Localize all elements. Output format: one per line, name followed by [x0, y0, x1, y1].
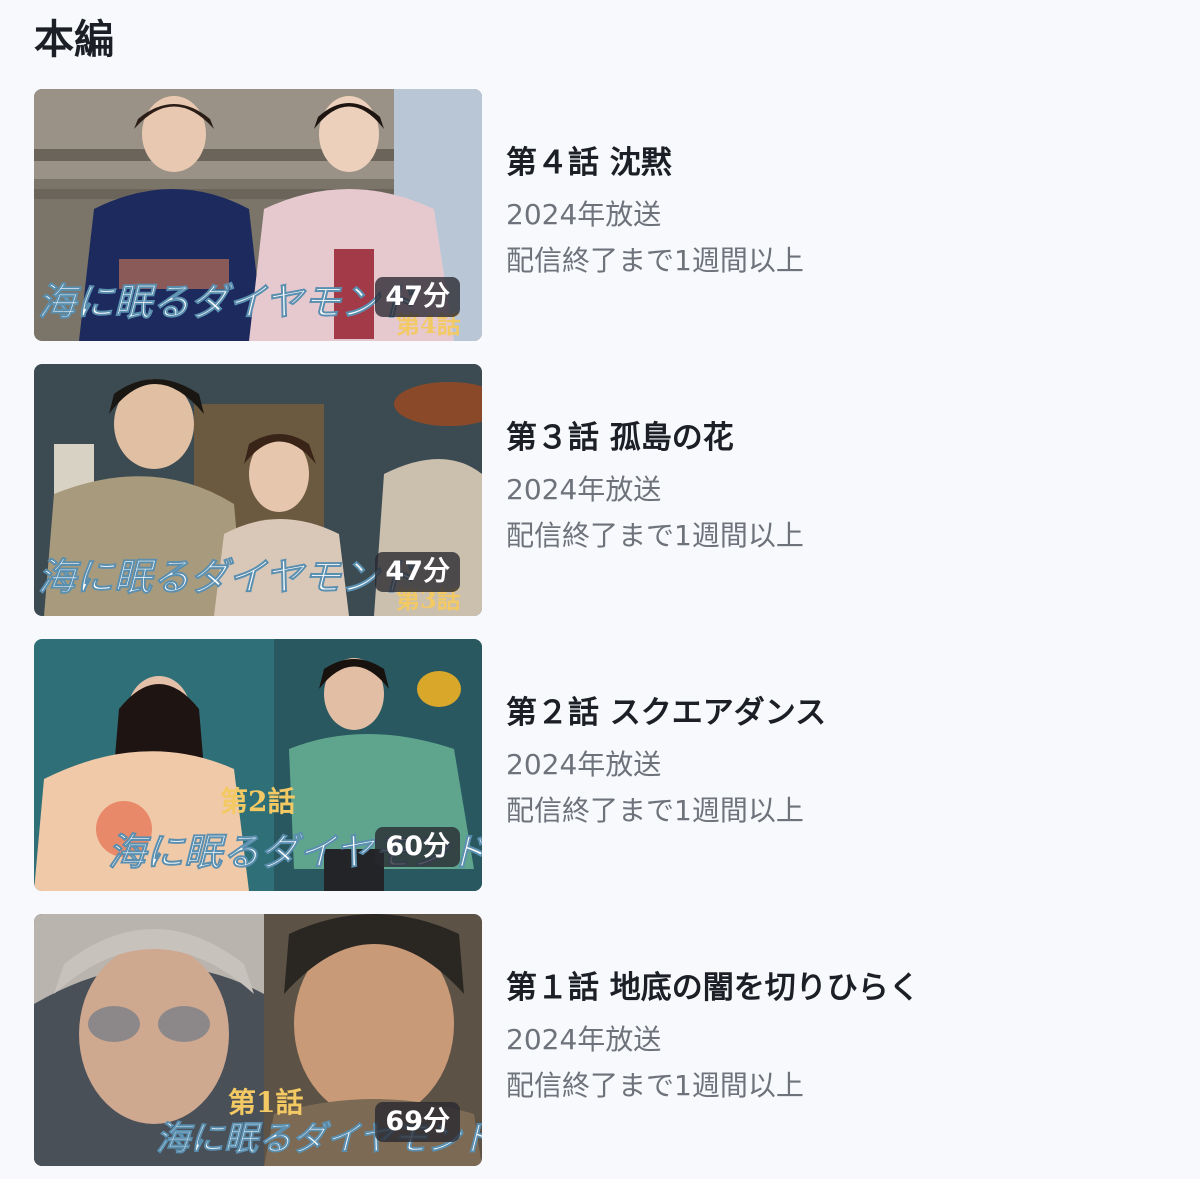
episode-info: 第３話 孤島の花 2024年放送 配信終了まで1週間以上 — [506, 364, 804, 556]
episode-info: 第４話 沈黙 2024年放送 配信終了まで1週間以上 — [506, 89, 804, 281]
episode-availability: 配信終了まで1週間以上 — [506, 244, 804, 277]
show-logo-text: 海に眠るダイヤモンド — [38, 554, 419, 599]
episode-thumbnail[interactable]: 第2話 海に眠るダイヤモンド 60分 — [34, 639, 482, 891]
episode-thumbnail[interactable]: 第1話 海に眠るダイヤモンド 69分 — [34, 914, 482, 1166]
show-logo-text: 海に眠るダイヤモンド — [38, 279, 419, 324]
episode-broadcast-year: 2024年放送 — [506, 473, 662, 506]
episode-badge-text: 第2話 — [220, 785, 295, 818]
episode-thumbnail[interactable]: 海に眠るダイヤモンド 第4話 47分 — [34, 89, 482, 341]
episode-list-page: 本編 海に眠るダイヤモンド 第4話 47分 第４話 沈黙 2024年放送 配信終… — [0, 0, 1200, 1179]
episode-title[interactable]: 第１話 地底の闇を切りひらく — [506, 966, 920, 1010]
episode-title[interactable]: 第３話 孤島の花 — [506, 416, 804, 460]
duration-badge: 47分 — [375, 277, 460, 317]
episode-item[interactable]: 第1話 海に眠るダイヤモンド 69分 第１話 地底の闇を切りひらく 2024年放… — [34, 914, 1174, 1166]
episode-info: 第１話 地底の闇を切りひらく 2024年放送 配信終了まで1週間以上 — [506, 914, 920, 1106]
episode-item[interactable]: 海に眠るダイヤモンド 第3話 47分 第３話 孤島の花 2024年放送 配信終了… — [34, 364, 1174, 616]
section-title: 本編 — [34, 17, 114, 63]
episode-availability: 配信終了まで1週間以上 — [506, 1069, 804, 1102]
episode-item[interactable]: 海に眠るダイヤモンド 第4話 47分 第４話 沈黙 2024年放送 配信終了まで… — [34, 89, 1174, 341]
episode-thumbnail[interactable]: 海に眠るダイヤモンド 第3話 47分 — [34, 364, 482, 616]
episode-availability: 配信終了まで1週間以上 — [506, 519, 804, 552]
episode-availability: 配信終了まで1週間以上 — [506, 794, 804, 827]
episode-title[interactable]: 第４話 沈黙 — [506, 141, 804, 185]
episode-item[interactable]: 第2話 海に眠るダイヤモンド 60分 第２話 スクエアダンス 2024年放送 配… — [34, 639, 1174, 891]
duration-badge: 60分 — [375, 827, 460, 867]
episode-info: 第２話 スクエアダンス 2024年放送 配信終了まで1週間以上 — [506, 639, 826, 831]
episode-title[interactable]: 第２話 スクエアダンス — [506, 691, 826, 735]
episode-broadcast-year: 2024年放送 — [506, 748, 662, 781]
episode-badge-text: 第1話 — [228, 1086, 303, 1119]
episode-broadcast-year: 2024年放送 — [506, 198, 662, 231]
episode-broadcast-year: 2024年放送 — [506, 1023, 662, 1056]
duration-badge: 47分 — [375, 552, 460, 592]
duration-badge: 69分 — [375, 1102, 460, 1142]
